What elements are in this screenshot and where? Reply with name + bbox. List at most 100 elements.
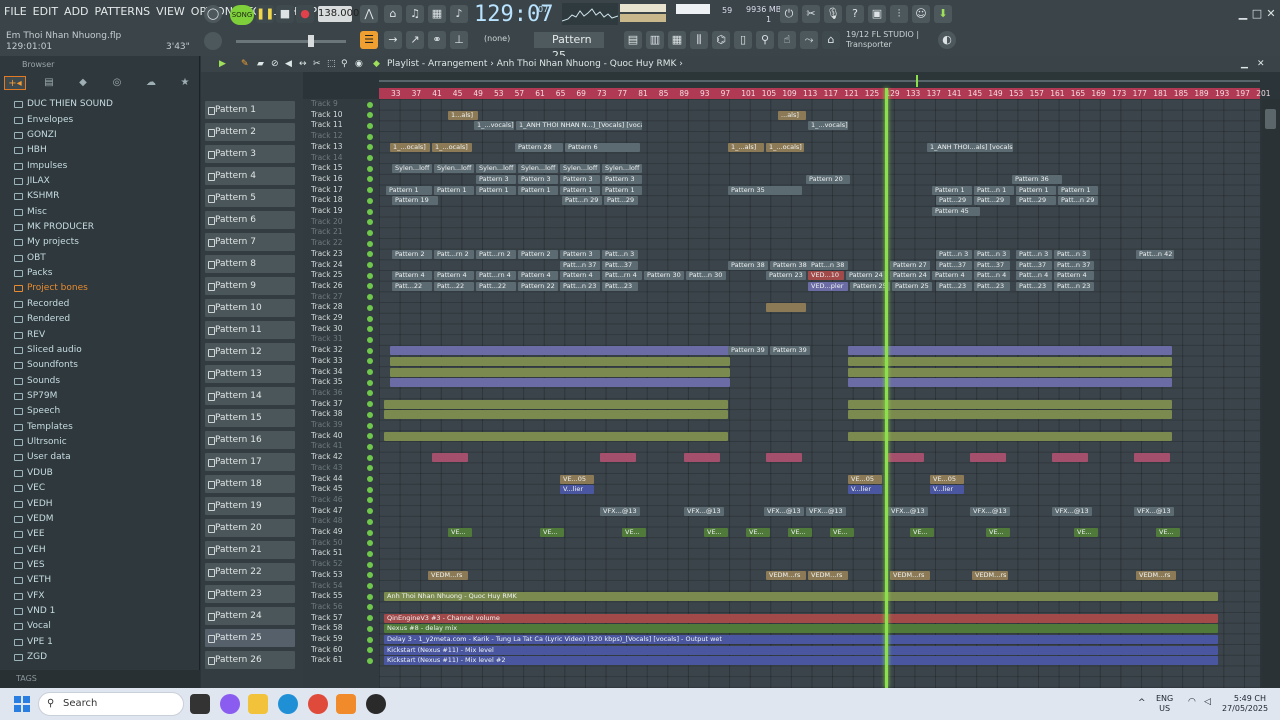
playlist-clip[interactable]: Sylen...loff — [560, 164, 600, 174]
delete-tool-icon[interactable]: ⊘ — [271, 56, 279, 72]
playlist-icon[interactable]: ▤ — [624, 31, 642, 49]
track-header[interactable]: Track 50 — [311, 538, 343, 549]
playlist-clip[interactable]: Anh Thoi Nhan Nhuong - Quoc Huy RMK — [384, 592, 1218, 602]
track-header[interactable]: Track 18 — [311, 195, 343, 206]
track-header[interactable]: Track 58 — [311, 623, 343, 634]
playlist-clip[interactable] — [848, 399, 1172, 409]
browser-folder[interactable]: DUC THIEN SOUND — [14, 97, 194, 112]
browser-folder[interactable]: User data — [14, 450, 194, 465]
playlist-clip[interactable]: Patt...rn 2 — [476, 249, 516, 259]
playlist-clip[interactable] — [390, 346, 730, 356]
playlist-clip[interactable] — [766, 453, 802, 463]
playhead[interactable] — [885, 88, 888, 688]
track-enable-led[interactable] — [367, 165, 373, 172]
playlist-clip[interactable]: Patt...29 — [1016, 196, 1056, 206]
scroll-thumb[interactable] — [1265, 109, 1276, 129]
track-enable-led[interactable] — [367, 647, 373, 654]
track-enable-led[interactable] — [367, 433, 373, 440]
track-header[interactable]: Track 40 — [311, 431, 343, 442]
playlist-clip[interactable]: VE...05 — [560, 474, 594, 484]
pattern-item[interactable]: Pattern 20 — [205, 519, 295, 537]
playlist-clip[interactable]: Sylen...loff — [476, 164, 516, 174]
track-header[interactable]: Track 20 — [311, 217, 343, 228]
track-enable-led[interactable] — [367, 315, 373, 322]
track-header[interactable]: Track 41 — [311, 441, 343, 452]
pattern-item[interactable]: Pattern 9 — [205, 277, 295, 295]
playlist-clip[interactable]: VFX...@13 — [806, 506, 846, 516]
playlist-clip[interactable]: 1_ANH THOI NHAN N...]_[Vocals] [vocals] — [516, 121, 642, 131]
playback-tool-icon[interactable]: ◉ — [355, 56, 363, 72]
track-header[interactable]: Track 54 — [311, 581, 343, 592]
track-enable-led[interactable] — [367, 272, 373, 279]
playlist-clip[interactable]: Pattern 1 — [1016, 185, 1056, 195]
menu-item-view[interactable]: VIEW — [156, 5, 185, 18]
playlist-clip[interactable]: Patt...23 — [1016, 281, 1052, 291]
metronome-icon[interactable]: ⋀ — [360, 5, 378, 23]
countdown-icon[interactable]: ♫ — [406, 5, 424, 23]
windows-start-icon[interactable] — [14, 696, 30, 712]
obs-icon[interactable] — [366, 694, 386, 714]
track-enable-led[interactable] — [367, 390, 373, 397]
online-icon[interactable]: ⏻ — [780, 5, 798, 23]
playlist-clip[interactable]: 1_...ocals] — [390, 142, 430, 152]
track-enable-led[interactable] — [367, 358, 373, 365]
playlist-clip[interactable] — [1134, 453, 1170, 463]
tags-bar[interactable]: TAGS — [0, 670, 200, 688]
browser-folder[interactable]: VEDM — [14, 512, 194, 527]
playlist-clip[interactable]: Patt...rn 4 — [602, 271, 642, 281]
pattern-item[interactable]: Pattern 19 — [205, 497, 295, 515]
piano-roll-icon[interactable]: ▥ — [646, 31, 664, 49]
track-enable-led[interactable] — [367, 369, 373, 375]
arrangement-name[interactable]: Anh Thoi Nhan Nhuong - Quoc Huy RMK — [497, 59, 677, 69]
arrangement-overview[interactable] — [379, 72, 1260, 88]
playlist-snap-icon[interactable]: ☰ — [360, 31, 378, 49]
playlist-clip[interactable]: VE... — [788, 528, 812, 537]
browser-folder[interactable]: VEDH — [14, 496, 194, 511]
track-header[interactable]: Track 48 — [311, 516, 343, 527]
step-edit-icon[interactable]: ▦ — [428, 5, 446, 23]
playlist-clip[interactable]: Patt...n 23 — [560, 281, 600, 291]
playlist-clip[interactable]: VEDM...rs — [1136, 570, 1176, 580]
pattern-selector[interactable]: Pattern 25 — [534, 32, 604, 62]
browser-folder[interactable]: VEC — [14, 481, 194, 496]
playlist-clip[interactable]: VEDM...rs — [890, 570, 930, 580]
playlist-clip[interactable]: Pattern 4 — [434, 271, 474, 281]
track-header[interactable]: Track 23 — [311, 249, 343, 260]
browser-folder[interactable]: VES — [14, 558, 194, 573]
pattern-item[interactable]: Pattern 3 — [205, 145, 295, 163]
stamp-icon[interactable]: ⊥ — [450, 31, 468, 49]
channel-select[interactable]: (none) — [484, 34, 510, 43]
playlist-clip[interactable]: Pattern 4 — [518, 271, 558, 281]
slide-icon[interactable]: ↗ — [406, 31, 424, 49]
track-header[interactable]: Track 33 — [311, 356, 343, 367]
playlist-clip[interactable]: VFX...@13 — [1134, 506, 1174, 516]
playlist-clip[interactable]: 1_...ocals] — [766, 142, 804, 152]
playlist-clip[interactable] — [766, 303, 806, 313]
pattern-song-toggle-icon[interactable]: ◯ — [204, 5, 222, 23]
draw-tool-icon[interactable]: ✎ — [241, 56, 249, 72]
pattern-item[interactable]: Pattern 7 — [205, 233, 295, 251]
track-header[interactable]: Track 56 — [311, 602, 343, 613]
track-enable-led[interactable] — [367, 187, 373, 194]
track-header[interactable]: Track 35 — [311, 377, 343, 388]
track-enable-led[interactable] — [367, 112, 373, 119]
track-header[interactable]: Track 15 — [311, 163, 343, 174]
track-header[interactable]: Track 27 — [311, 292, 343, 303]
task-view-icon[interactable] — [190, 694, 210, 714]
track-enable-led[interactable] — [367, 454, 373, 461]
playlist-play-icon[interactable]: ▶ — [219, 56, 226, 72]
playlist-clip[interactable]: Pattern 25 — [892, 281, 932, 291]
playlist-clip[interactable] — [384, 410, 728, 420]
browser-folder[interactable]: MK PRODUCER — [14, 220, 194, 235]
playlist-clip[interactable]: Patt...rn 4 — [476, 271, 516, 281]
browser-folder[interactable]: Sliced audio — [14, 343, 194, 358]
playlist-close-icon[interactable]: ✕ — [1257, 56, 1265, 72]
playlist-clip[interactable]: Patt...n 23 — [1054, 281, 1094, 291]
playlist-clip[interactable]: VE... — [704, 528, 728, 537]
browser-folder[interactable]: Speech — [14, 404, 194, 419]
menu-item-patterns[interactable]: PATTERNS — [95, 5, 151, 18]
track-enable-led[interactable] — [367, 636, 373, 643]
playlist-clip[interactable]: VED...10 — [808, 271, 844, 281]
playlist-clip[interactable]: Patt...n 29 — [1058, 196, 1098, 206]
track-enable-led[interactable] — [367, 336, 373, 343]
